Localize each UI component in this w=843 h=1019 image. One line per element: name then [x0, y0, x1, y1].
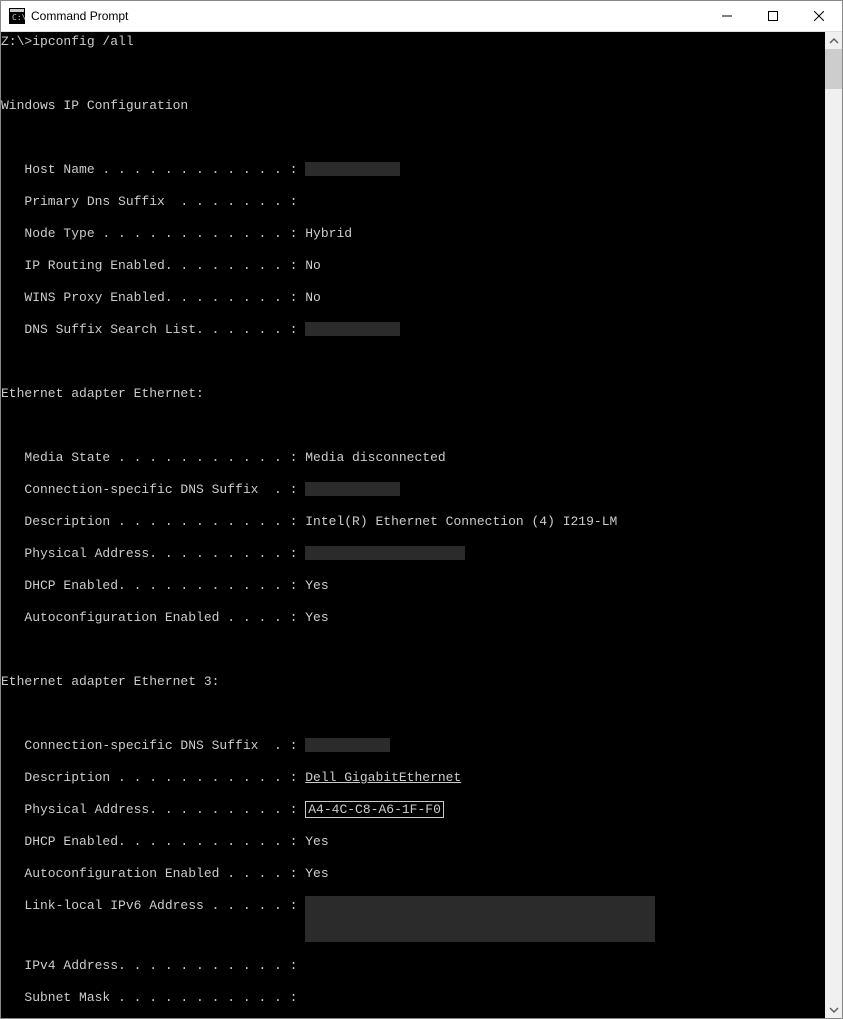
ip-routing-label: IP Routing Enabled. . . . . . . . : [1, 258, 305, 273]
command-prompt-window: C:\ Command Prompt Z:\>ipconfig /all Win… [0, 0, 843, 1019]
eth3-auto-value: Yes [305, 866, 328, 881]
eth-phys-label: Physical Address. . . . . . . . . : [1, 546, 305, 561]
minimize-button[interactable] [704, 1, 750, 31]
eth-dhcp-label: DHCP Enabled. . . . . . . . . . . : [1, 578, 305, 593]
eth-media-value: Media disconnected [305, 450, 445, 465]
eth-desc-value: Intel(R) Ethernet Connection (4) I219-LM [305, 514, 617, 529]
vertical-scrollbar[interactable] [825, 32, 842, 1018]
window-title: Command Prompt [31, 9, 128, 23]
eth-desc-label: Description . . . . . . . . . . . : [1, 514, 305, 529]
eth3-phys-label: Physical Address. . . . . . . . . : [1, 802, 305, 817]
eth-auto-value: Yes [305, 610, 328, 625]
prompt-command: ipconfig /all [32, 34, 133, 49]
eth3-dns-suffix-redacted [305, 738, 390, 752]
eth3-dns-suffix-label: Connection-specific DNS Suffix . : [1, 738, 305, 753]
eth-auto-label: Autoconfiguration Enabled . . . . : [1, 610, 305, 625]
eth-phys-redacted [305, 546, 465, 560]
eth3-subnet-label: Subnet Mask . . . . . . . . . . . : [1, 990, 305, 1005]
node-type-label: Node Type . . . . . . . . . . . . : [1, 226, 305, 241]
maximize-button[interactable] [750, 1, 796, 31]
terminal-output[interactable]: Z:\>ipconfig /all Windows IP Configurati… [1, 32, 825, 1018]
eth3-ipv6-block-redacted [305, 896, 655, 942]
svg-text:C:\: C:\ [12, 13, 25, 22]
ip-routing-value: No [305, 258, 321, 273]
section-header-windows-ip: Windows IP Configuration [1, 98, 825, 114]
eth-dhcp-value: Yes [305, 578, 328, 593]
wins-proxy-label: WINS Proxy Enabled. . . . . . . . : [1, 290, 305, 305]
section-header-ethernet: Ethernet adapter Ethernet: [1, 386, 825, 402]
primary-dns-label: Primary Dns Suffix . . . . . . . : [1, 194, 305, 209]
dns-search-label: DNS Suffix Search List. . . . . . : [1, 322, 305, 337]
client-area: Z:\>ipconfig /all Windows IP Configurati… [1, 32, 842, 1018]
eth-dns-suffix-redacted [305, 482, 400, 496]
eth3-ipv4-label: IPv4 Address. . . . . . . . . . . : [1, 958, 305, 973]
eth3-dhcp-value: Yes [305, 834, 328, 849]
dns-search-redacted [305, 322, 400, 336]
cmd-icon: C:\ [9, 8, 25, 24]
close-button[interactable] [796, 1, 842, 31]
wins-proxy-value: No [305, 290, 321, 305]
scrollbar-down-button[interactable] [825, 1001, 842, 1018]
host-name-label: Host Name . . . . . . . . . . . . : [1, 162, 305, 177]
scrollbar-up-button[interactable] [825, 32, 842, 49]
eth3-desc-label: Description . . . . . . . . . . . : [1, 770, 305, 785]
prompt-path: Z:\> [1, 34, 32, 49]
eth3-auto-label: Autoconfiguration Enabled . . . . : [1, 866, 305, 881]
eth3-phys-value: A4-4C-C8-A6-1F-F0 [305, 801, 444, 818]
titlebar[interactable]: C:\ Command Prompt [1, 1, 842, 32]
eth3-desc-value: Dell GigabitEthernet [305, 770, 461, 785]
eth-media-label: Media State . . . . . . . . . . . : [1, 450, 305, 465]
node-type-value: Hybrid [305, 226, 352, 241]
scrollbar-track[interactable] [825, 49, 842, 1001]
eth-dns-suffix-label: Connection-specific DNS Suffix . : [1, 482, 305, 497]
scrollbar-thumb[interactable] [825, 49, 842, 89]
eth3-ll-ipv6-label: Link-local IPv6 Address . . . . . : [1, 898, 305, 913]
section-header-ethernet3: Ethernet adapter Ethernet 3: [1, 674, 825, 690]
host-name-redacted [305, 162, 400, 176]
eth3-dhcp-label: DHCP Enabled. . . . . . . . . . . : [1, 834, 305, 849]
